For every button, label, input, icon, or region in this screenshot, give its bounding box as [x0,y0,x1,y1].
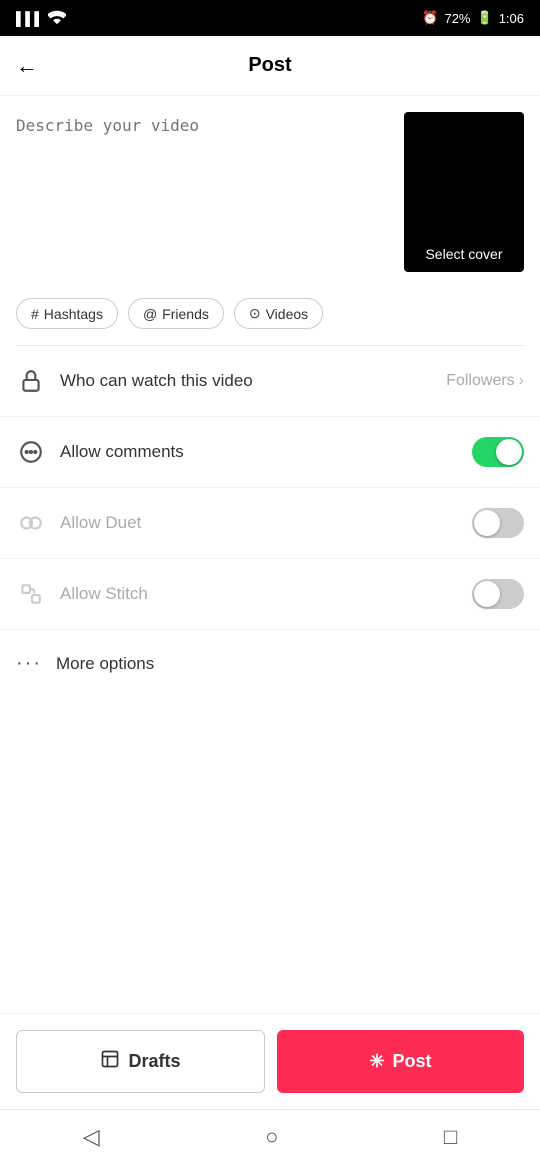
select-cover-label: Select cover [425,246,502,262]
allow-duet-toggle[interactable] [472,508,524,538]
play-icon: ⊙ [249,305,261,322]
more-options-label: More options [56,654,154,674]
hashtags-button[interactable]: # Hashtags [16,298,118,329]
bottom-buttons: Drafts ✳ Post [0,1013,540,1109]
allow-comments-toggle[interactable] [472,437,524,467]
at-icon: @ [143,306,157,322]
wifi-icon [48,10,66,27]
drafts-button[interactable]: Drafts [16,1030,265,1093]
video-description-input[interactable] [16,112,392,252]
video-description-row: Select cover [0,96,540,288]
drafts-label: Drafts [128,1051,180,1072]
lock-icon [16,366,46,396]
videos-label: Videos [266,306,309,322]
allow-duet-label: Allow Duet [60,513,458,533]
allow-comments-label: Allow comments [60,442,458,462]
allow-comments-row: Allow comments [0,417,540,488]
nav-home-icon: ○ [265,1124,278,1149]
status-right: ⏰ 72% 🔋 1:06 [422,10,524,26]
post-label: Post [393,1051,432,1072]
nav-recents-icon: □ [444,1124,457,1149]
allow-stitch-row: Allow Stitch [0,559,540,630]
alarm-icon: ⏰ [422,10,438,26]
time-display: 1:06 [499,11,524,26]
post-icon: ✳ [369,1051,384,1072]
video-thumbnail[interactable]: Select cover [404,112,524,272]
who-can-watch-row[interactable]: Who can watch this video Followers › [0,346,540,417]
hashtag-icon: # [31,306,39,322]
page-title: Post [248,54,291,77]
status-left: ▌▌▌ [16,10,66,27]
tags-row: # Hashtags @ Friends ⊙ Videos [0,288,540,345]
followers-text: Followers [446,372,514,390]
who-watch-value: Followers › [446,372,524,390]
drafts-icon [100,1049,120,1074]
more-dots-icon: ··· [16,652,42,675]
hashtags-label: Hashtags [44,306,103,322]
more-options-row[interactable]: ··· More options [0,630,540,697]
allow-stitch-label: Allow Stitch [60,584,458,604]
chevron-right-icon: › [519,372,524,390]
who-watch-label: Who can watch this video [60,371,432,391]
battery-icon: 🔋 [477,10,493,26]
allow-duet-row: Allow Duet [0,488,540,559]
back-arrow-icon: ← [16,53,38,78]
friends-label: Friends [162,306,209,322]
signal-icon: ▌▌▌ [16,11,44,26]
back-button[interactable]: ← [16,53,38,79]
nav-back-button[interactable]: ◁ [83,1124,100,1150]
nav-back-icon: ◁ [83,1124,100,1149]
battery-text: 72% [444,11,470,26]
nav-bar: ◁ ○ □ [0,1109,540,1170]
options-list: Who can watch this video Followers › All… [0,346,540,855]
post-button[interactable]: ✳ Post [277,1030,524,1093]
stitch-icon [16,579,46,609]
friends-button[interactable]: @ Friends [128,298,224,329]
header: ← Post [0,36,540,96]
nav-home-button[interactable]: ○ [265,1124,278,1150]
status-bar: ▌▌▌ ⏰ 72% 🔋 1:06 [0,0,540,36]
comment-icon [16,437,46,467]
allow-stitch-toggle[interactable] [472,579,524,609]
nav-recents-button[interactable]: □ [444,1124,457,1150]
duet-icon [16,508,46,538]
videos-button[interactable]: ⊙ Videos [234,298,323,329]
